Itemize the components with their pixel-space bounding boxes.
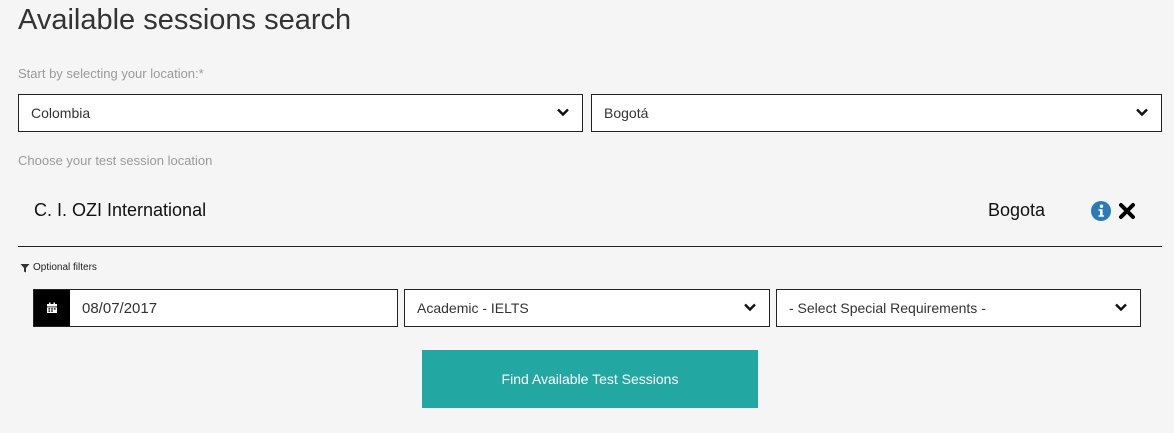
city-select[interactable]: Bogotá: [591, 94, 1162, 132]
test-type-value: Academic - IELTS: [417, 300, 529, 316]
test-center-name: C. I. OZI International: [34, 200, 207, 220]
test-type-select[interactable]: Academic - IELTS: [404, 289, 770, 327]
filter-icon: [20, 263, 30, 272]
special-requirements-select[interactable]: - Select Special Requirements -: [776, 289, 1141, 327]
optional-filters-toggle[interactable]: Optional filters: [20, 262, 97, 273]
session-search-page: Available sessions search Start by selec…: [0, 0, 1174, 433]
selected-test-center: C. I. OZI International Bogota: [18, 190, 1162, 230]
country-select[interactable]: Colombia: [18, 94, 583, 132]
divider: [18, 246, 1162, 247]
country-select-value: Colombia: [31, 105, 91, 121]
location-prompt: Start by selecting your location:*: [18, 66, 204, 81]
chevron-down-icon: [1115, 303, 1127, 312]
special-requirements-value: - Select Special Requirements -: [789, 300, 986, 316]
close-icon[interactable]: [1118, 202, 1136, 220]
page-title: Available sessions search: [18, 4, 352, 36]
chevron-down-icon: [557, 108, 569, 117]
city-select-value: Bogotá: [604, 105, 649, 121]
test-center-city: Bogota: [988, 200, 1046, 220]
optional-filters-label: Optional filters: [33, 262, 97, 273]
info-circle-icon[interactable]: [1091, 201, 1111, 221]
chevron-down-icon: [1136, 108, 1148, 117]
date-picker[interactable]: 08/07/2017: [33, 289, 398, 327]
session-location-prompt: Choose your test session location: [18, 153, 213, 168]
calendar-button[interactable]: [34, 290, 70, 326]
chevron-down-icon: [744, 303, 756, 312]
date-input-value: 08/07/2017: [82, 300, 158, 317]
find-sessions-button[interactable]: Find Available Test Sessions: [422, 350, 758, 408]
calendar-icon: [47, 302, 57, 313]
